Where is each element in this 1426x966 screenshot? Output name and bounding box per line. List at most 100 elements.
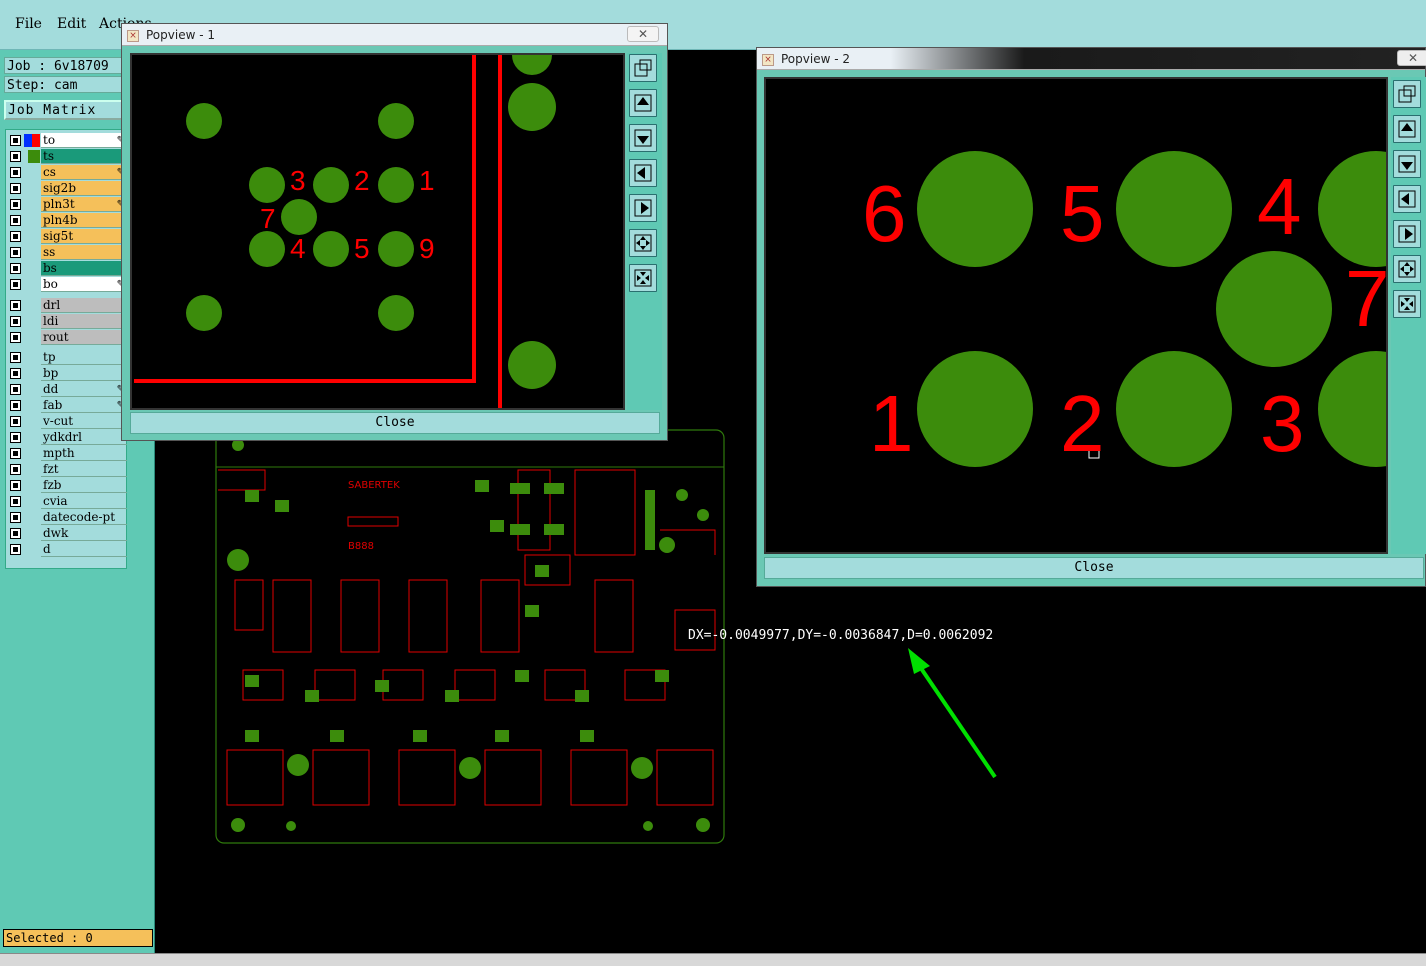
- menu-edit[interactable]: Edit: [57, 16, 86, 32]
- layer-name[interactable]: sig2b: [41, 181, 127, 196]
- layer-name[interactable]: d: [41, 542, 127, 557]
- layer-name[interactable]: pln3t✎: [41, 197, 127, 212]
- layer-name[interactable]: fab✎: [41, 398, 127, 413]
- layer-checkbox[interactable]: [10, 528, 21, 539]
- zoom-window-icon[interactable]: [1393, 80, 1421, 108]
- pan-left-icon[interactable]: [1393, 185, 1421, 213]
- layer-name[interactable]: dd✎: [41, 382, 127, 397]
- layer-name[interactable]: v-cut: [41, 414, 127, 429]
- layer-checkbox[interactable]: [10, 448, 21, 459]
- layer-name[interactable]: bs: [41, 261, 127, 276]
- popview-1-titlebar[interactable]: × Popview - 1 ✕: [122, 24, 667, 46]
- layer-name[interactable]: sig5t: [41, 229, 127, 244]
- layer-row[interactable]: fzt: [6, 462, 128, 477]
- pan-up-icon[interactable]: [1393, 115, 1421, 143]
- layer-row[interactable]: fzb: [6, 478, 128, 493]
- layer-checkbox[interactable]: [10, 199, 21, 210]
- layer-checkbox[interactable]: [10, 416, 21, 427]
- layer-checkbox[interactable]: [10, 544, 21, 555]
- pan-up-icon[interactable]: [629, 89, 657, 117]
- layer-name[interactable]: tp: [41, 350, 127, 365]
- layer-row[interactable]: ss: [6, 245, 128, 260]
- layer-name[interactable]: fzt: [41, 462, 127, 477]
- layer-name[interactable]: pln4b: [41, 213, 127, 228]
- layer-name[interactable]: datecode-pt: [41, 510, 127, 525]
- zoom-in-icon[interactable]: [629, 229, 657, 257]
- layer-row[interactable]: cvia: [6, 494, 128, 509]
- pan-down-icon[interactable]: [1393, 150, 1421, 178]
- layer-name[interactable]: cs✎: [41, 165, 127, 180]
- popview-1-close-x-button[interactable]: ✕: [627, 26, 659, 42]
- layer-checkbox[interactable]: [10, 384, 21, 395]
- layer-checkbox[interactable]: [10, 151, 21, 162]
- layer-checkbox[interactable]: [10, 183, 21, 194]
- layer-checkbox[interactable]: [10, 400, 21, 411]
- layer-checkbox[interactable]: [10, 332, 21, 343]
- layer-name[interactable]: cvia: [41, 494, 127, 509]
- layer-row[interactable]: dd✎: [6, 382, 128, 397]
- layer-row[interactable]: sig2b: [6, 181, 128, 196]
- layer-row[interactable]: mpth: [6, 446, 128, 461]
- layer-checkbox[interactable]: [10, 215, 21, 226]
- pan-right-icon[interactable]: [1393, 220, 1421, 248]
- layer-row[interactable]: bs: [6, 261, 128, 276]
- pan-left-icon[interactable]: [629, 159, 657, 187]
- layer-row[interactable]: tp: [6, 350, 128, 365]
- layer-row[interactable]: pln3t✎: [6, 197, 128, 212]
- layer-name[interactable]: mpth: [41, 446, 127, 461]
- layer-row[interactable]: bp: [6, 366, 128, 381]
- job-matrix-button[interactable]: Job Matrix ...: [4, 100, 124, 135]
- layer-row[interactable]: ts: [6, 149, 128, 164]
- popview-1-canvas[interactable]: 3 2 1 7 4 5 9: [130, 53, 625, 410]
- layer-checkbox[interactable]: [10, 300, 21, 311]
- layer-row[interactable]: rout: [6, 330, 128, 345]
- layer-checkbox[interactable]: [10, 135, 21, 146]
- layer-checkbox[interactable]: [10, 352, 21, 363]
- layer-name[interactable]: fzb: [41, 478, 127, 493]
- layer-row[interactable]: v-cut: [6, 414, 128, 429]
- layer-name[interactable]: ydkdrl: [41, 430, 127, 445]
- layer-checkbox[interactable]: [10, 263, 21, 274]
- zoom-out-icon[interactable]: [1393, 290, 1421, 318]
- zoom-window-icon[interactable]: [629, 54, 657, 82]
- layer-checkbox[interactable]: [10, 464, 21, 475]
- menu-file[interactable]: File: [15, 16, 42, 32]
- layer-checkbox[interactable]: [10, 480, 21, 491]
- layer-name[interactable]: drl: [41, 298, 127, 313]
- layer-name[interactable]: bo✎: [41, 277, 127, 292]
- layer-checkbox[interactable]: [10, 368, 21, 379]
- layer-row[interactable]: bo✎: [6, 277, 128, 292]
- layer-name[interactable]: rout: [41, 330, 127, 345]
- layer-checkbox[interactable]: [10, 167, 21, 178]
- layer-row[interactable]: to✎: [6, 133, 128, 148]
- layer-row[interactable]: sig5t: [6, 229, 128, 244]
- zoom-out-icon[interactable]: [629, 264, 657, 292]
- layer-name[interactable]: ldi: [41, 314, 127, 329]
- layer-row[interactable]: ldi: [6, 314, 128, 329]
- layer-row[interactable]: ydkdrl: [6, 430, 128, 445]
- popview-2-close-button[interactable]: Close: [764, 557, 1424, 579]
- layer-checkbox[interactable]: [10, 247, 21, 258]
- layer-name[interactable]: ss: [41, 245, 127, 260]
- layer-checkbox[interactable]: [10, 279, 21, 290]
- layer-checkbox[interactable]: [10, 231, 21, 242]
- popview-1-close-button[interactable]: Close: [130, 412, 660, 434]
- layer-row[interactable]: fab✎: [6, 398, 128, 413]
- pan-right-icon[interactable]: [629, 194, 657, 222]
- zoom-in-icon[interactable]: [1393, 255, 1421, 283]
- popview-2-canvas[interactable]: 6 5 4 7 1 2 3: [764, 77, 1388, 554]
- layer-row[interactable]: pln4b: [6, 213, 128, 228]
- layer-checkbox[interactable]: [10, 316, 21, 327]
- popview-2-titlebar[interactable]: × Popview - 2 ✕: [757, 48, 1426, 70]
- layer-name[interactable]: bp: [41, 366, 127, 381]
- pan-down-icon[interactable]: [629, 124, 657, 152]
- layer-row[interactable]: datecode-pt: [6, 510, 128, 525]
- popview-2-close-x-button[interactable]: ✕: [1397, 50, 1426, 66]
- layer-checkbox[interactable]: [10, 512, 21, 523]
- layer-row[interactable]: dwk: [6, 526, 128, 541]
- layer-checkbox[interactable]: [10, 496, 21, 507]
- layer-row[interactable]: cs✎: [6, 165, 128, 180]
- layer-name[interactable]: to✎: [41, 133, 127, 148]
- layer-checkbox[interactable]: [10, 432, 21, 443]
- layer-row[interactable]: drl: [6, 298, 128, 313]
